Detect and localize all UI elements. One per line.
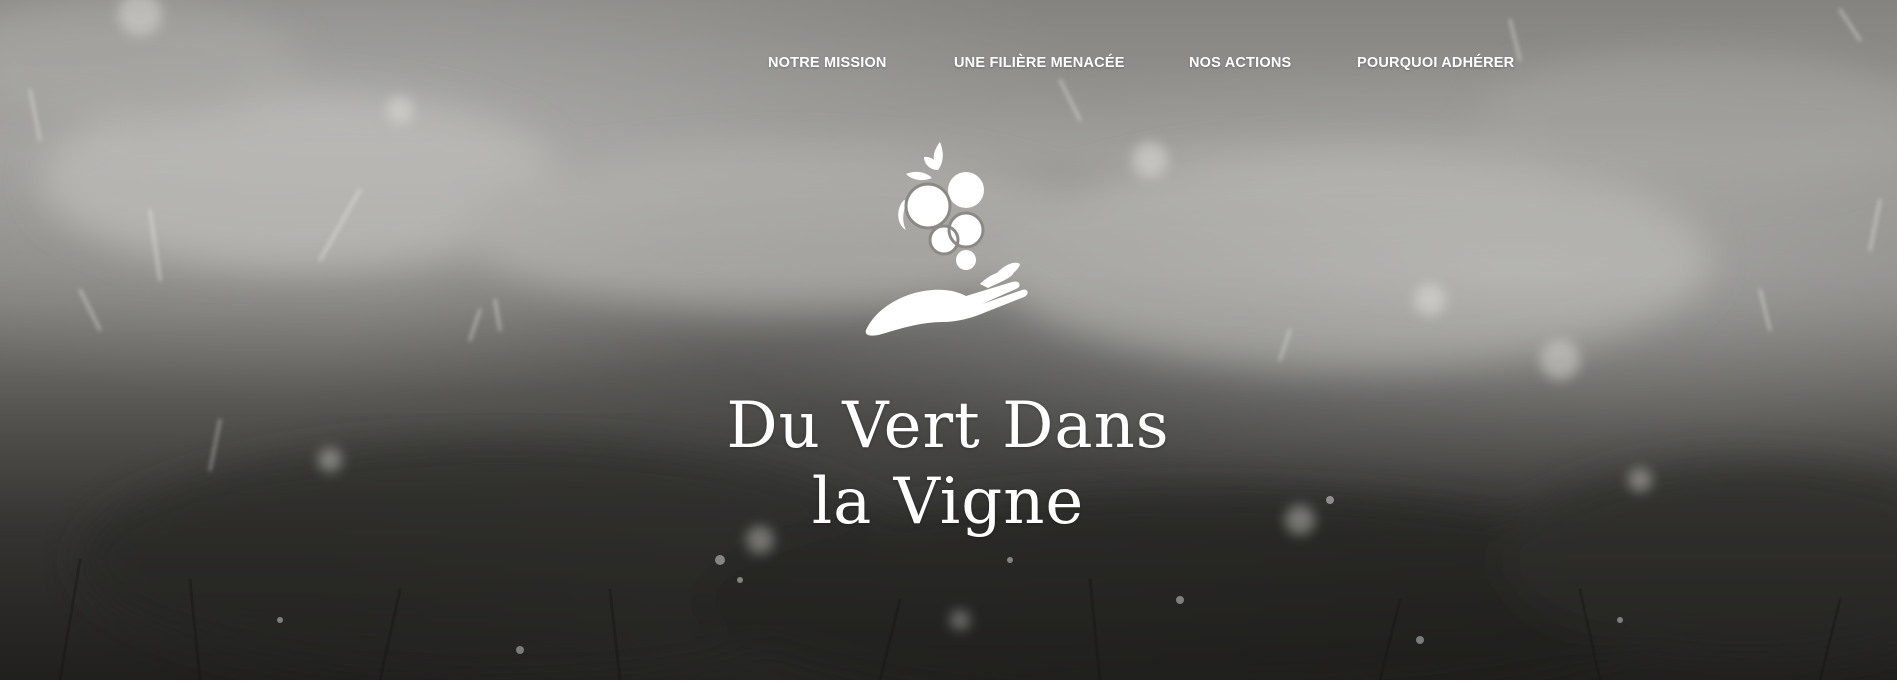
hero-overlay [0, 0, 1897, 680]
rain-grass-background [0, 0, 1897, 680]
nav-item-notre-mission[interactable]: NOTRE MISSION [768, 55, 887, 71]
hero-section: NOTRE MISSION UNE FILIÈRE MENACÉE NOS AC… [0, 0, 1897, 680]
brand-title-line2: la Vigne [811, 465, 1085, 539]
nav-item-nos-actions[interactable]: NOS ACTIONS [1189, 55, 1291, 71]
grapes-on-hand-icon[interactable] [862, 132, 1032, 337]
nav-item-une-filiere-menacee[interactable]: UNE FILIÈRE MENACÉE [954, 55, 1125, 71]
brand-title: Du Vert Dans la Vigne [648, 388, 1248, 540]
nav-item-pourquoi-adherer[interactable]: POURQUOI ADHÉRER [1357, 55, 1514, 71]
brand-title-line1: Du Vert Dans [726, 389, 1170, 463]
